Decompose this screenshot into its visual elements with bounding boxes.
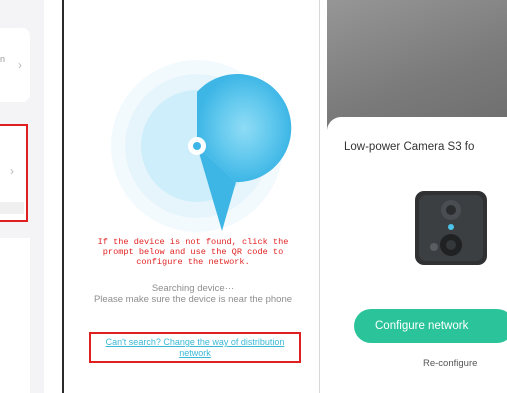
device-card-label: n [0, 54, 6, 64]
selected-device-card[interactable]: › [0, 124, 28, 222]
note-line: configure the network. [136, 257, 250, 267]
chevron-right-icon: › [10, 164, 14, 178]
proximity-hint: Please make sure the device is near the … [93, 294, 293, 305]
radar-scan-icon [111, 60, 292, 232]
radar-center-dot [193, 142, 201, 150]
camera-lens-inner [446, 240, 456, 250]
modal-overlay[interactable] [327, 0, 507, 130]
configure-network-label: Configure network [375, 320, 469, 332]
camera-device-icon [415, 191, 487, 265]
configure-network-panel: Low-power Camera S3 fo Configure network… [327, 0, 507, 393]
link-line: network [179, 348, 211, 358]
camera-light [430, 243, 438, 251]
searching-status: Searching device··· [151, 283, 235, 294]
device-title: Low-power Camera S3 fo [344, 141, 475, 153]
search-device-panel: If the device is not found, click the pr… [62, 0, 320, 393]
note-line: prompt below and use the QR code to [102, 247, 284, 257]
device-list-panel: n › › [0, 0, 44, 393]
device-list-card[interactable]: n › [0, 28, 30, 102]
note-line: If the device is not found, click the [97, 237, 289, 247]
camera-status-led [448, 224, 454, 230]
device-list-card[interactable] [0, 238, 30, 393]
panel-divider [319, 0, 320, 393]
camera-sensor-core [446, 205, 456, 215]
change-distribution-link[interactable]: Can't search? Change the way of distribu… [89, 332, 301, 363]
reconfigure-link[interactable]: Re-configure [423, 358, 477, 369]
card-divider [0, 202, 24, 214]
link-line: Can't search? Change the way of distribu… [105, 337, 285, 347]
chevron-right-icon: › [18, 58, 22, 72]
device-not-found-note: If the device is not found, click the pr… [64, 237, 320, 267]
